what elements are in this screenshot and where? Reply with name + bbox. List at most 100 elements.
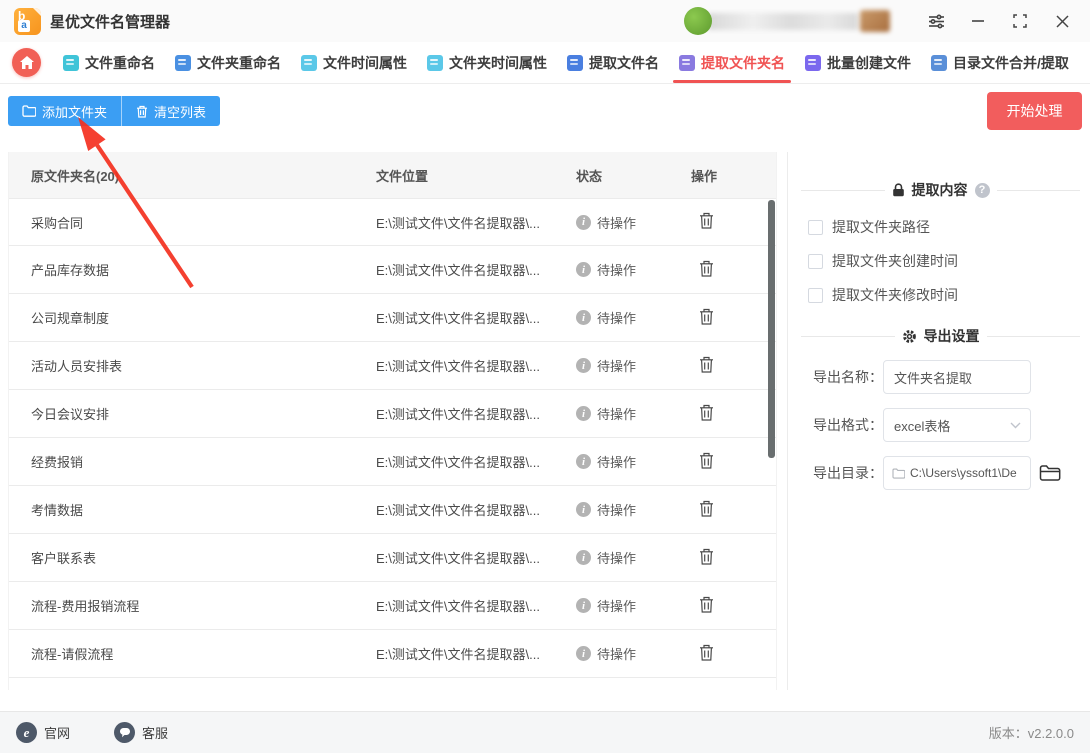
- delete-row-button[interactable]: [697, 594, 716, 618]
- add-folder-label: 添加文件夹: [42, 104, 108, 120]
- header-file-location: 文件位置: [376, 168, 429, 184]
- tab-extract-foldername[interactable]: 提取文件夹名: [669, 42, 795, 83]
- info-icon: i: [576, 406, 591, 421]
- delete-row-button[interactable]: [697, 690, 716, 691]
- browse-folder-button[interactable]: [1039, 464, 1061, 482]
- tab-label: 文件重命名: [85, 54, 155, 71]
- checkbox-box[interactable]: [808, 219, 823, 235]
- delete-row-button[interactable]: [697, 546, 716, 570]
- table-row: 经费报销 E:\测试文件\文件名提取器\... i 待操作: [9, 438, 776, 486]
- add-folder-button[interactable]: 添加文件夹: [8, 96, 122, 126]
- app-identity: ba 星优文件名管理器: [14, 7, 170, 35]
- trash-icon: [700, 500, 713, 517]
- tab-file-rename[interactable]: 文件重命名: [53, 42, 165, 83]
- status-cell: i 待操作: [554, 500, 669, 519]
- checkbox-extract-created-time[interactable]: 提取文件夹创建时间: [801, 244, 1080, 278]
- table-row: 今日会议安排 E:\测试文件\文件名提取器\... i 待操作: [9, 390, 776, 438]
- trash-icon: [700, 452, 713, 469]
- table-scrollbar[interactable]: [768, 200, 775, 458]
- tab-label: 批量创建文件: [827, 54, 911, 71]
- trash-icon: [700, 548, 713, 565]
- status-text: 待操作: [597, 503, 637, 518]
- tab-batch-create[interactable]: 批量创建文件: [795, 42, 921, 83]
- customer-service-link[interactable]: 客服: [114, 722, 168, 743]
- status-text: 待操作: [597, 215, 637, 231]
- tab-folder-rename[interactable]: 文件夹重命名: [165, 42, 291, 83]
- delete-row-button[interactable]: [697, 450, 716, 474]
- info-icon: i: [576, 262, 591, 277]
- export-format-label: 导出格式：: [813, 417, 883, 433]
- table-row: 产品库存数据 E:\测试文件\文件名提取器\... i 待操作: [9, 246, 776, 294]
- user-account[interactable]: [684, 7, 890, 35]
- tab-label: 文件时间属性: [323, 54, 407, 71]
- operation-cell: [669, 546, 776, 570]
- status-text: 待操作: [597, 551, 637, 566]
- trash-icon: [700, 308, 713, 325]
- info-icon: i: [576, 550, 591, 565]
- file-path-cell: E:\测试文件\文件名提取器\...: [376, 311, 540, 326]
- folder-name-cell: 经费报销: [31, 455, 84, 470]
- section-export-settings: 导出设置: [801, 326, 1080, 346]
- status-cell: i 待操作: [554, 644, 669, 663]
- delete-row-button[interactable]: [697, 402, 716, 426]
- table-row: 活动人员安排表 E:\测试文件\文件名提取器\... i 待操作: [9, 342, 776, 390]
- close-button[interactable]: [1052, 11, 1072, 31]
- checkbox-box[interactable]: [808, 287, 823, 303]
- maximize-button[interactable]: [1010, 11, 1030, 31]
- export-format-value: excel表格: [894, 418, 951, 434]
- tab-folder-time[interactable]: 文件夹时间属性: [417, 42, 557, 83]
- delete-row-button[interactable]: [697, 258, 716, 282]
- file-path-cell: E:\测试文件\文件名提取器\...: [376, 551, 540, 566]
- start-process-button[interactable]: 开始处理: [987, 92, 1082, 130]
- info-icon: i: [576, 598, 591, 613]
- export-format-row: 导出格式： excel表格: [801, 408, 1080, 442]
- header-folder-name: 原文件夹名(20): [31, 168, 120, 184]
- folder-name-cell: 考情数据: [31, 503, 84, 518]
- table-row: 考情数据 E:\测试文件\文件名提取器\... i 待操作: [9, 486, 776, 534]
- status-text: 待操作: [597, 455, 637, 470]
- avatar[interactable]: [684, 7, 712, 35]
- file-path-cell: E:\测试文件\文件名提取器\...: [376, 599, 540, 614]
- export-name-label: 导出名称：: [813, 369, 883, 385]
- documents-icon: [63, 54, 79, 71]
- status-cell: i 待操作: [554, 548, 669, 567]
- delete-row-button[interactable]: [697, 354, 716, 378]
- delete-row-button[interactable]: [697, 306, 716, 330]
- table-row: 采购合同 E:\测试文件\文件名提取器\... i 待操作: [9, 198, 776, 246]
- tab-merge-extract[interactable]: 目录文件合并/提取: [921, 42, 1079, 83]
- checkbox-box[interactable]: [808, 253, 823, 269]
- operation-cell: [669, 498, 776, 522]
- folder-name-cell: 产品库存数据: [31, 263, 110, 278]
- trash-icon: [700, 596, 713, 613]
- export-dir-input[interactable]: C:\Users\yssoft1\De: [883, 456, 1031, 490]
- folder-name-cell: 客户联系表: [31, 551, 97, 566]
- tab-extract-filename[interactable]: 提取文件名: [557, 42, 669, 83]
- delete-row-button[interactable]: [697, 498, 716, 522]
- folder-name-cell: 公司规章制度: [31, 311, 110, 326]
- browser-e-icon: e: [16, 722, 37, 743]
- export-name-input[interactable]: [883, 360, 1031, 394]
- info-icon: i: [576, 214, 591, 230]
- checkbox-extract-folder-path[interactable]: 提取文件夹路径: [801, 210, 1080, 244]
- status-cell: i 待操作: [554, 260, 669, 279]
- info-icon: i: [576, 310, 591, 325]
- delete-row-button[interactable]: [697, 210, 716, 234]
- settings-sliders-icon[interactable]: [926, 11, 946, 31]
- export-format-select[interactable]: excel表格: [883, 408, 1031, 442]
- home-button[interactable]: [12, 48, 41, 77]
- help-icon[interactable]: ?: [974, 182, 990, 198]
- operation-cell: [669, 594, 776, 618]
- clock-icon: [301, 54, 317, 71]
- tab-file-time[interactable]: 文件时间属性: [291, 42, 417, 83]
- folder-name-cell: 今日会议安排: [31, 407, 110, 422]
- official-website-link[interactable]: e 官网: [16, 722, 70, 743]
- operation-cell: [669, 354, 776, 378]
- tab-label: 文件夹重命名: [197, 54, 281, 71]
- delete-row-button[interactable]: [697, 642, 716, 666]
- checkbox-extract-modified-time[interactable]: 提取文件夹修改时间: [801, 278, 1080, 312]
- clear-list-button[interactable]: 清空列表: [121, 96, 221, 126]
- minimize-button[interactable]: [968, 11, 988, 31]
- table-row: 流程-费用报销流程 E:\测试文件\文件名提取器\... i 待操作: [9, 582, 776, 630]
- folder-doc-icon: [931, 54, 947, 71]
- trash-icon: [137, 105, 148, 118]
